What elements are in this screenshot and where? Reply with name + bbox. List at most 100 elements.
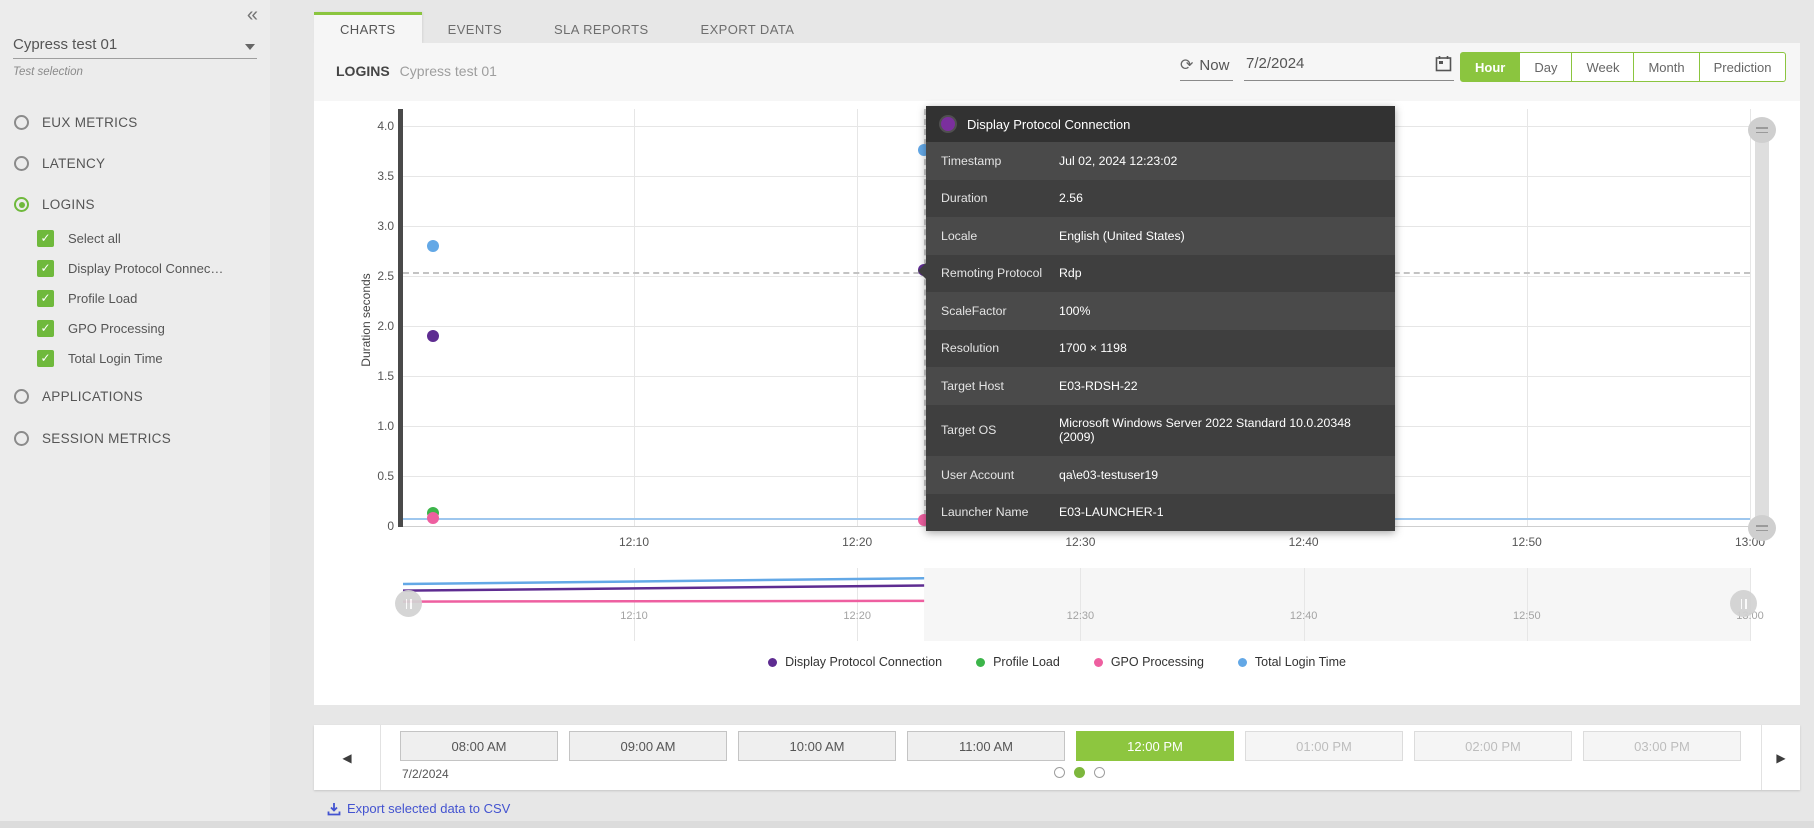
data-point-gpo-processing[interactable]: [427, 512, 439, 524]
metric-checkbox-display-protocol-connec-[interactable]: ✓ Display Protocol Connec…: [37, 260, 223, 277]
checkbox-icon: ✓: [37, 260, 54, 277]
tooltip-row-label: Target Host: [941, 379, 1059, 393]
y-axis-line: [398, 109, 403, 527]
checkbox-icon: ✓: [37, 230, 54, 247]
range-button-hour[interactable]: Hour: [1460, 52, 1520, 82]
y-range-slider-handle-top[interactable]: [1748, 117, 1776, 143]
sidebar-section-eux-metrics[interactable]: EUX METRICS: [14, 115, 138, 130]
sidebar-section-label: LOGINS: [42, 197, 95, 212]
metric-checkbox-label: Total Login Time: [68, 351, 163, 366]
tooltip-row-value: Jul 02, 2024 12:23:02: [1059, 154, 1177, 168]
metric-checkbox-gpo-processing[interactable]: ✓GPO Processing: [37, 320, 165, 337]
legend-item-display-protocol-connection[interactable]: Display Protocol Connection: [768, 655, 942, 669]
sidebar-section-latency[interactable]: LATENCY: [14, 156, 105, 171]
tooltip-row: Target OSMicrosoft Windows Server 2022 S…: [926, 405, 1395, 457]
tooltip-row: ScaleFactor100%: [926, 292, 1395, 330]
tooltip-row-label: Timestamp: [941, 154, 1059, 168]
tooltip-row-label: Launcher Name: [941, 505, 1059, 519]
legend-label: Display Protocol Connection: [785, 655, 942, 669]
calendar-icon[interactable]: [1435, 55, 1452, 72]
date-input[interactable]: 7/2/2024: [1244, 53, 1454, 81]
tooltip-row-value: E03-RDSH-22: [1059, 379, 1138, 393]
tooltip-row-label: Resolution: [941, 341, 1059, 355]
hour-slot-01-00-pm: 01:00 PM: [1245, 731, 1403, 761]
range-button-day[interactable]: Day: [1520, 52, 1572, 82]
chart-section-label: LOGINS: [336, 63, 390, 79]
sidebar-section-applications[interactable]: APPLICATIONS: [14, 389, 143, 404]
hour-slot-08-00-am[interactable]: 08:00 AM: [400, 731, 558, 761]
date-value: 7/2/2024: [1246, 55, 1304, 72]
radio-icon: [14, 197, 29, 212]
series-color-dot: [941, 117, 955, 131]
checkbox-icon: ✓: [37, 350, 54, 367]
hour-slot-12-00-pm[interactable]: 12:00 PM: [1076, 731, 1234, 761]
pagination-dot-2[interactable]: [1074, 767, 1085, 778]
y-tick-label: 0.5: [344, 469, 394, 483]
tooltip-row: Launcher NameE03-LAUNCHER-1: [926, 494, 1395, 532]
y-range-slider-handle-bottom[interactable]: [1748, 515, 1776, 541]
sidebar-section-label: SESSION METRICS: [42, 431, 171, 446]
chevron-down-icon: [245, 44, 255, 50]
hour-slot-09-00-am[interactable]: 09:00 AM: [569, 731, 727, 761]
previous-hours-button[interactable]: ◀: [314, 725, 381, 790]
sidebar-section-session-metrics[interactable]: SESSION METRICS: [14, 431, 171, 446]
radio-icon: [14, 389, 29, 404]
sidebar-section-logins[interactable]: LOGINS: [14, 197, 95, 212]
data-point-total-login-time[interactable]: [427, 240, 439, 252]
navigator-line-total-login-time: [403, 578, 924, 584]
pagination-dot-3[interactable]: [1094, 767, 1105, 778]
y-tick-label: 4.0: [344, 119, 394, 133]
sidebar-section-label: EUX METRICS: [42, 115, 138, 130]
radio-icon: [14, 431, 29, 446]
tab-charts[interactable]: CHARTS: [314, 12, 422, 43]
chart-test-name: Cypress test 01: [400, 63, 497, 79]
hour-slot-10-00-am[interactable]: 10:00 AM: [738, 731, 896, 761]
tab-export-data[interactable]: EXPORT DATA: [675, 12, 821, 43]
metric-checkbox-select-all[interactable]: ✓Select all: [37, 230, 121, 247]
navigator-handle-left[interactable]: [395, 590, 422, 617]
legend-item-gpo-processing[interactable]: GPO Processing: [1094, 655, 1204, 669]
range-button-month[interactable]: Month: [1634, 52, 1699, 82]
chart-header: LOGINS Cypress test 01 ⟳ Now 7/2/2024 Ho…: [314, 43, 1800, 101]
range-button-prediction[interactable]: Prediction: [1700, 52, 1787, 82]
hour-bar-date: 7/2/2024: [402, 767, 449, 781]
legend-item-total-login-time[interactable]: Total Login Time: [1238, 655, 1346, 669]
metric-checkbox-profile-load[interactable]: ✓Profile Load: [37, 290, 137, 307]
x-tick-label: 12:10: [604, 535, 664, 549]
hour-slot-11-00-am[interactable]: 11:00 AM: [907, 731, 1065, 761]
pagination-dot-1[interactable]: [1054, 767, 1065, 778]
collapse-sidebar-icon[interactable]: «: [247, 4, 258, 27]
tooltip-title: Display Protocol Connection: [967, 117, 1130, 132]
radio-icon: [14, 156, 29, 171]
tooltip-row: Duration2.56: [926, 180, 1395, 218]
next-hours-button[interactable]: ▶: [1761, 725, 1800, 790]
checkbox-icon: ✓: [37, 290, 54, 307]
range-button-week[interactable]: Week: [1572, 52, 1634, 82]
export-csv-link[interactable]: Export selected data to CSV: [327, 801, 510, 816]
tooltip-row-value: Microsoft Windows Server 2022 Standard 1…: [1059, 416, 1380, 444]
y-range-slider-track[interactable]: [1755, 121, 1769, 533]
v-gridline: [1527, 109, 1528, 526]
checkbox-icon: ✓: [37, 320, 54, 337]
legend-label: GPO Processing: [1111, 655, 1204, 669]
bottom-scroll-strip: [0, 821, 1814, 828]
metric-checkbox-label: Display Protocol Connec…: [68, 261, 223, 276]
legend-item-profile-load[interactable]: Profile Load: [976, 655, 1060, 669]
x-tick-label: 12:20: [827, 535, 887, 549]
time-range-segmented-control: HourDayWeekMonthPrediction: [1460, 52, 1786, 82]
tooltip-row-label: Target OS: [941, 423, 1059, 437]
metric-checkbox-total-login-time[interactable]: ✓ Total Login Time: [37, 350, 163, 367]
tooltip-row: LocaleEnglish (United States): [926, 217, 1395, 255]
test-select-dropdown[interactable]: Cypress test 01: [13, 36, 257, 59]
refresh-now-button[interactable]: ⟳ Now: [1180, 55, 1233, 81]
tab-events[interactable]: EVENTS: [422, 12, 528, 43]
tab-sla-reports[interactable]: SLA REPORTS: [528, 12, 674, 43]
tooltip-row-value: qa\e03-testuser19: [1059, 468, 1158, 482]
chart-navigator[interactable]: 12:1012:2012:3012:4012:5013:00: [403, 568, 1750, 641]
hour-slot-list: 08:00 AM 09:00 AM 10:00 AM 11:00 AM 12:00 PM…: [400, 731, 1741, 761]
x-tick-label: 12:40: [1274, 535, 1334, 549]
prev-arrow-icon: ◀: [342, 751, 351, 765]
data-point-display-protocol-connection[interactable]: [427, 330, 439, 342]
navigator-handle-right[interactable]: [1730, 590, 1757, 617]
tooltip-row-value: 2.56: [1059, 191, 1083, 205]
